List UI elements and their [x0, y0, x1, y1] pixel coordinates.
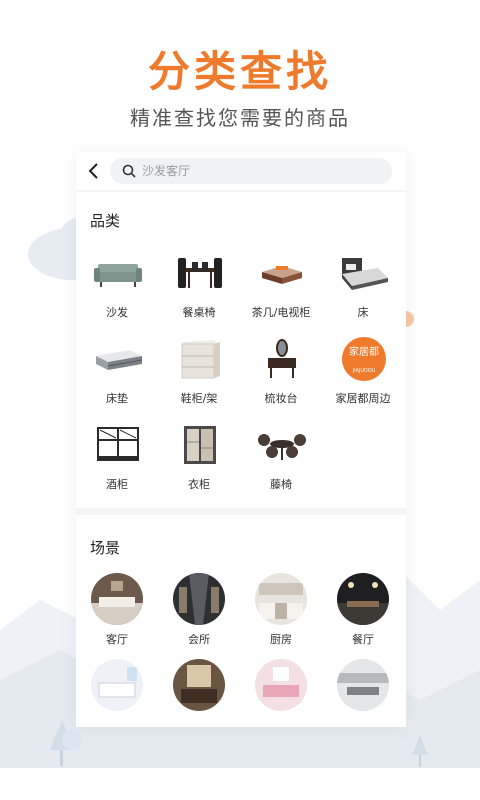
- dresser-icon: [268, 339, 296, 378]
- top-bar: [76, 152, 406, 190]
- category-item-dining[interactable]: 餐桌椅: [158, 250, 240, 330]
- scene-item-bedroom-classic[interactable]: [158, 659, 240, 727]
- search-input[interactable]: [142, 158, 382, 184]
- jiajudou-logo-icon: 家居都 JIAJUDOU: [342, 337, 386, 381]
- back-button[interactable]: [84, 161, 104, 181]
- phone-screen: 品类 沙发: [76, 152, 406, 727]
- hero-title: 分类查找: [147, 47, 332, 96]
- logo-subtext: JIAJUDOU: [352, 368, 376, 374]
- category-label: 藤椅: [270, 478, 292, 491]
- category-item-jiajudou[interactable]: 家居都 JIAJUDOU 家居都周边: [322, 336, 404, 416]
- logo-text: 家居都: [349, 345, 379, 358]
- category-label: 家居都周边: [335, 392, 391, 405]
- mattress-icon: [96, 350, 143, 370]
- scene-label: 厨房: [270, 633, 292, 646]
- category-item-mattress[interactable]: 床垫: [76, 336, 158, 416]
- sofa-icon: [94, 264, 142, 287]
- classic-room-photo: [173, 659, 225, 711]
- study-photo: [337, 659, 389, 711]
- category-label: 茶几/电视柜: [251, 306, 311, 319]
- wine-cabinet-icon: [97, 427, 139, 461]
- kitchen-photo: [255, 573, 307, 625]
- shoe-cabinet-icon: [181, 340, 220, 379]
- hero-subtitle: 精准查找您需要的商品: [130, 106, 350, 130]
- restaurant-photo: [337, 573, 389, 625]
- rattan-chair-icon: [258, 434, 306, 460]
- hero-header: 分类查找 精准查找您需要的商品: [0, 0, 480, 140]
- category-section-title: 品类: [90, 212, 121, 230]
- kids-room-photo: [255, 659, 307, 711]
- scene-label: 餐厅: [352, 633, 374, 646]
- scene-item-living-room[interactable]: 客厅: [76, 573, 158, 663]
- category-label: 衣柜: [188, 478, 210, 491]
- scene-item-club[interactable]: 会所: [158, 573, 240, 663]
- tea-table-icon: [262, 266, 302, 284]
- category-item-rattan-chair[interactable]: 藤椅: [240, 422, 322, 502]
- scene-section: 场景 客厅 会所 厨房 餐厅: [76, 515, 406, 727]
- category-section: 品类 沙发 餐桌椅 茶几/电视柜 床 床垫 鞋柜/架 梳妆台 家居都 JIAJU…: [76, 192, 406, 508]
- bed-icon: [342, 258, 388, 290]
- category-item-sofa[interactable]: 沙发: [76, 250, 158, 330]
- category-label: 床垫: [106, 392, 128, 405]
- category-label: 餐桌椅: [182, 306, 216, 319]
- scene-label: 会所: [188, 633, 210, 646]
- search-bar[interactable]: [110, 158, 392, 184]
- dining-table-icon: [178, 258, 222, 288]
- living-room-photo: [91, 573, 143, 625]
- scene-item-restaurant[interactable]: 餐厅: [322, 573, 404, 663]
- search-icon: [122, 164, 136, 178]
- category-label: 鞋柜/架: [180, 392, 218, 405]
- scene-item-kids-room[interactable]: [240, 659, 322, 727]
- scene-item-bedroom-light[interactable]: [76, 659, 158, 727]
- scene-section-title: 场景: [90, 539, 121, 557]
- category-item-shoe-cabinet[interactable]: 鞋柜/架: [158, 336, 240, 416]
- category-item-tea-table[interactable]: 茶几/电视柜: [240, 250, 322, 330]
- category-label: 床: [357, 306, 369, 319]
- category-item-wardrobe[interactable]: 衣柜: [158, 422, 240, 502]
- category-item-dresser[interactable]: 梳妆台: [240, 336, 322, 416]
- category-item-bed[interactable]: 床: [322, 250, 404, 330]
- club-photo: [173, 573, 225, 625]
- scene-label: 客厅: [106, 633, 128, 646]
- category-label: 梳妆台: [264, 392, 298, 405]
- category-item-wine-cabinet[interactable]: 酒柜: [76, 422, 158, 502]
- bedroom-photo: [91, 659, 143, 711]
- wardrobe-icon: [184, 426, 216, 464]
- scene-item-kitchen[interactable]: 厨房: [240, 573, 322, 663]
- scene-item-study[interactable]: [322, 659, 404, 727]
- chevron-left-icon: [88, 163, 98, 179]
- category-label: 沙发: [106, 306, 128, 319]
- category-label: 酒柜: [106, 478, 128, 491]
